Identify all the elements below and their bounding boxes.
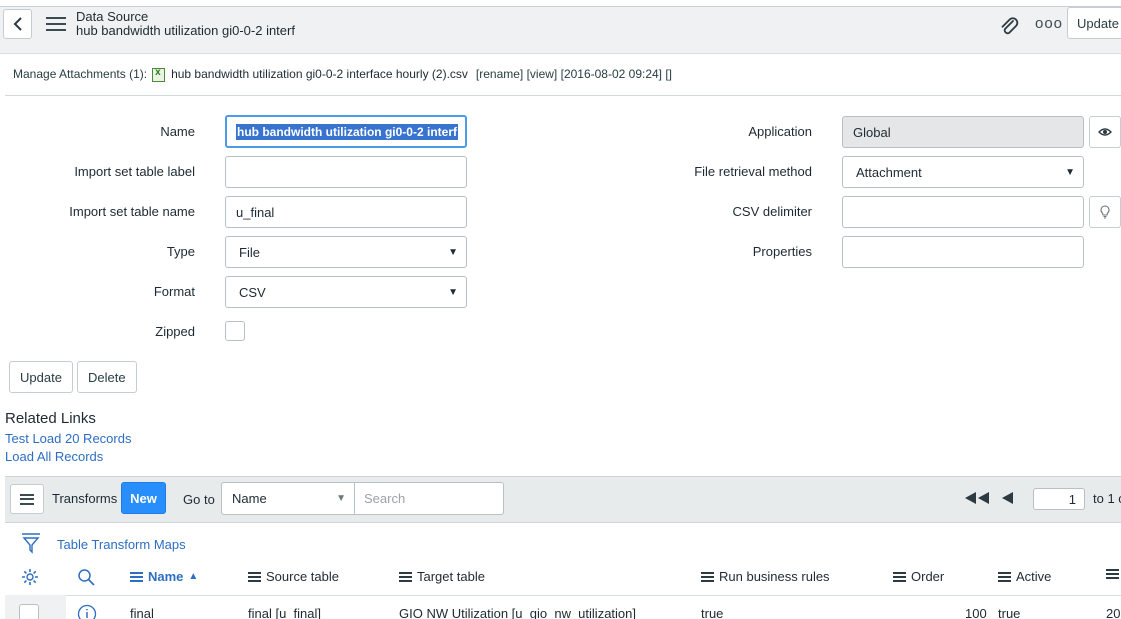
file-retrieval-method-value: Attachment [856, 164, 922, 180]
format-select-value: CSV [239, 284, 266, 300]
cell-order: 100 [965, 606, 987, 619]
dropdown-arrow-icon: ▼ [448, 286, 458, 298]
dropdown-arrow-icon: ▼ [336, 493, 346, 504]
attachments-row: Manage Attachments (1): hub bandwidth ut… [13, 67, 672, 82]
column-header-order-label: Order [911, 569, 945, 584]
first-page-icon[interactable] [964, 491, 990, 505]
previous-page-icon[interactable] [1001, 491, 1015, 505]
attachment-file-name[interactable]: hub bandwidth utilization gi0-0-2 interf… [171, 67, 468, 81]
cell-extra: 20: [1106, 606, 1121, 619]
more-options-icon[interactable]: ooo [1035, 15, 1062, 33]
preview-button[interactable] [1089, 116, 1121, 148]
cell-name[interactable]: final [130, 606, 154, 619]
suggestion-button[interactable] [1089, 196, 1121, 228]
column-header-source-table[interactable]: Source table [248, 569, 339, 584]
update-button-header[interactable]: Update [1067, 7, 1121, 39]
goto-label: Go to [183, 492, 215, 507]
delete-button[interactable]: Delete [77, 361, 137, 393]
column-header-run-business-rules[interactable]: Run business rules [701, 569, 830, 584]
format-select[interactable]: CSV ▼ [225, 276, 467, 308]
eye-icon [1098, 128, 1112, 136]
csv-delimiter-field[interactable] [842, 196, 1084, 228]
type-select-value: File [239, 244, 260, 260]
application-label: Application [748, 124, 812, 139]
column-menu-icon [399, 571, 412, 582]
cell-run-business-rules: true [701, 606, 724, 619]
column-header-run-business-rules-label: Run business rules [719, 569, 830, 584]
page-number-input[interactable]: 1 [1033, 488, 1085, 510]
properties-label: Properties [752, 244, 812, 259]
lightbulb-icon [1100, 205, 1110, 219]
column-header-active[interactable]: Active [998, 569, 1051, 584]
import-set-table-name-field[interactable]: u_final [225, 196, 467, 228]
properties-field[interactable] [842, 236, 1084, 268]
column-menu-icon [130, 571, 143, 582]
column-menu-icon [248, 571, 261, 582]
dropdown-arrow-icon: ▼ [1065, 166, 1075, 178]
attachment-actions[interactable]: [rename] [view] [2016-08-02 09:24] [] [476, 67, 672, 81]
divider [5, 95, 1121, 96]
page-total: to 1 o [1093, 491, 1121, 506]
name-field-value: hub bandwidth utilization gi0-0-2 interf [236, 123, 458, 140]
list-menu-button[interactable] [10, 484, 44, 514]
goto-field-select[interactable]: Name ▼ [221, 482, 355, 515]
info-icon[interactable] [77, 604, 97, 619]
form-menu-icon[interactable] [46, 17, 66, 31]
paperclip-icon[interactable] [998, 16, 1020, 38]
search-icon[interactable] [77, 568, 95, 586]
column-header-target-table-label: Target table [417, 569, 485, 584]
hamburger-icon [20, 493, 34, 505]
column-header-more[interactable] [1106, 569, 1121, 579]
format-label: Format [153, 284, 195, 299]
import-set-table-label-label: Import set table label [74, 164, 195, 179]
row-checkbox[interactable] [19, 604, 39, 619]
cell-active: true [998, 606, 1021, 619]
zipped-checkbox[interactable] [225, 321, 245, 341]
gear-icon[interactable] [21, 568, 39, 586]
file-retrieval-method-label: File retrieval method [694, 164, 812, 179]
load-all-records-link[interactable]: Load All Records [5, 449, 103, 464]
related-list-bar [5, 476, 1121, 523]
back-button[interactable] [3, 9, 32, 39]
sort-ascending-icon: ▲ [188, 571, 199, 582]
name-label: Name [160, 124, 195, 139]
tab-table-transform-maps[interactable]: Table Transform Maps [57, 537, 186, 552]
type-select[interactable]: File ▼ [225, 236, 467, 268]
filter-icon[interactable] [21, 532, 41, 554]
column-header-source-table-label: Source table [266, 569, 339, 584]
record-title: hub bandwidth utilization gi0-0-2 interf [76, 23, 295, 38]
zipped-label: Zipped [155, 324, 195, 339]
record-type: Data Source [76, 9, 149, 24]
column-header-name-label: Name [148, 569, 184, 584]
column-header-order[interactable]: Order [893, 569, 944, 584]
related-links-heading: Related Links [5, 410, 96, 427]
column-menu-icon [893, 571, 906, 582]
chevron-left-icon [13, 17, 22, 31]
new-button[interactable]: New [121, 482, 166, 514]
column-menu-icon [998, 571, 1011, 582]
name-field[interactable]: hub bandwidth utilization gi0-0-2 interf [225, 115, 467, 148]
cell-source-table[interactable]: final [u_final] [248, 606, 321, 619]
application-field: Global [842, 116, 1084, 148]
import-set-table-label-field[interactable] [225, 156, 467, 188]
column-header-target-table[interactable]: Target table [399, 569, 485, 584]
update-button[interactable]: Update [9, 361, 73, 393]
cell-target-table[interactable]: GIO NW Utilization [u_gio_nw_utilization… [399, 606, 636, 619]
file-retrieval-method-select[interactable]: Attachment ▼ [842, 156, 1084, 188]
test-load-link[interactable]: Test Load 20 Records [5, 431, 131, 446]
list-search-input[interactable]: Search [354, 482, 504, 515]
type-label: Type [166, 244, 195, 259]
dropdown-arrow-icon: ▼ [448, 246, 458, 258]
column-menu-icon [701, 571, 714, 582]
manage-attachments-link[interactable]: Manage Attachments (1): [13, 67, 147, 81]
spreadsheet-file-icon [152, 67, 166, 82]
goto-field-value: Name [232, 491, 267, 506]
column-header-name[interactable]: Name ▲ [130, 569, 198, 584]
csv-delimiter-label: CSV delimiter [732, 204, 812, 219]
column-menu-icon [1106, 569, 1119, 579]
list-title: Transforms [52, 491, 118, 506]
import-set-table-name-label: Import set table name [69, 204, 195, 219]
column-header-active-label: Active [1016, 569, 1052, 584]
